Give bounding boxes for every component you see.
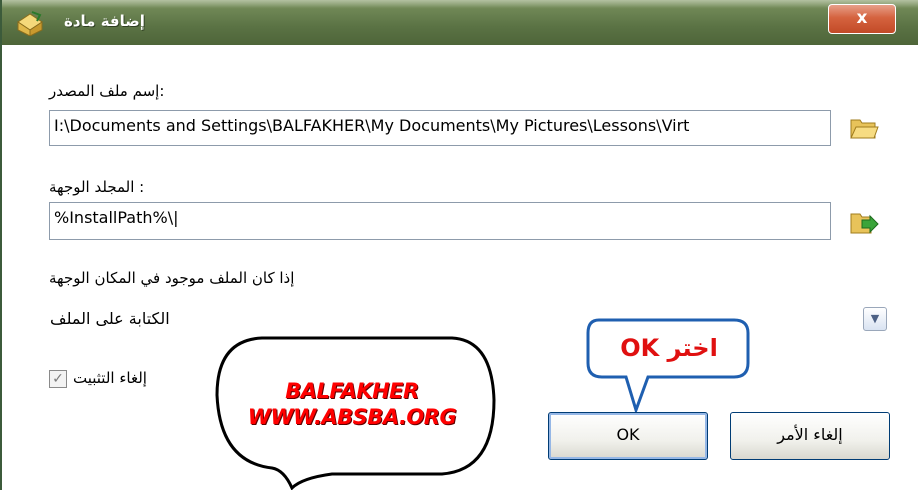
callout-text: اختر OK: [620, 334, 718, 362]
watermark-line-2: WWW.ABSBA.ORG: [247, 405, 457, 429]
add-file-dialog: إضافة مادة x :إسم ملف المصدر I:\Document…: [0, 0, 918, 490]
cancel-button[interactable]: إلغاء الأمر: [730, 412, 890, 460]
ok-button[interactable]: OK: [548, 412, 708, 460]
watermark-text: BALFAKHER WWW.ABSBA.ORG: [212, 378, 492, 430]
watermark-line-1: BALFAKHER: [285, 379, 419, 403]
